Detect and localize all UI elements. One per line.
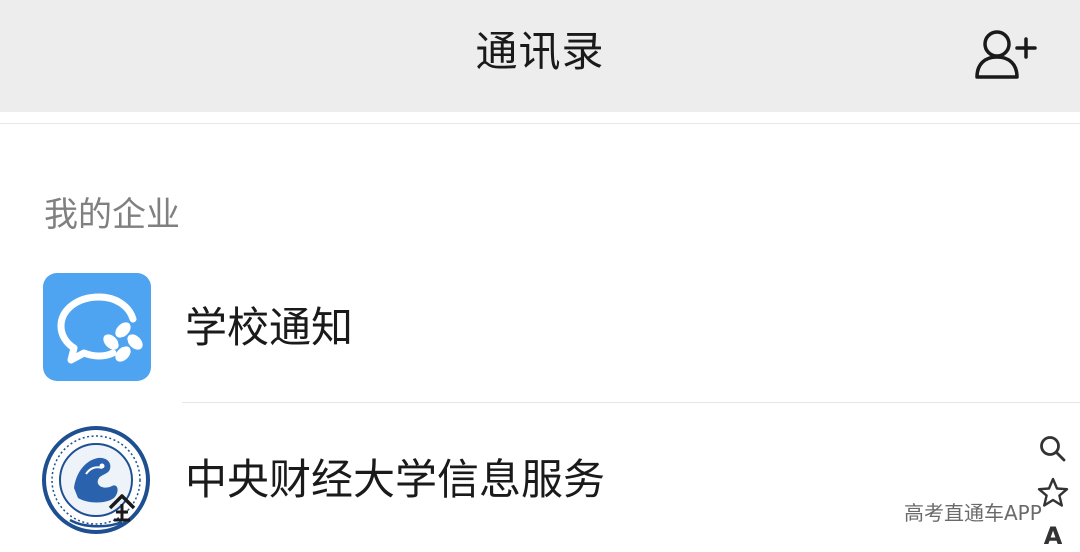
contact-item-university-service[interactable]: 中央财经大学信息服务 bbox=[0, 420, 1030, 540]
section-header: 我的企业 bbox=[44, 195, 180, 235]
wecom-chat-icon bbox=[43, 273, 151, 381]
nav-bar: 通讯录 bbox=[0, 0, 1080, 112]
page-title: 通讯录 bbox=[475, 27, 605, 76]
alphabet-index-bar[interactable]: A bbox=[1036, 430, 1070, 552]
university-seal-icon bbox=[40, 424, 152, 536]
watermark: 高考直通车APP bbox=[904, 501, 1042, 525]
row-divider bbox=[182, 402, 1080, 403]
contact-name: 中央财经大学信息服务 bbox=[185, 455, 606, 504]
contact-name: 学校通知 bbox=[185, 303, 354, 352]
contact-item-school-notice[interactable]: 学校通知 bbox=[0, 266, 1030, 386]
add-contact-button[interactable] bbox=[970, 24, 1040, 84]
nav-divider bbox=[0, 123, 1080, 124]
search-icon bbox=[1040, 436, 1066, 462]
index-search[interactable] bbox=[1036, 432, 1070, 466]
add-contact-icon bbox=[975, 30, 1037, 79]
